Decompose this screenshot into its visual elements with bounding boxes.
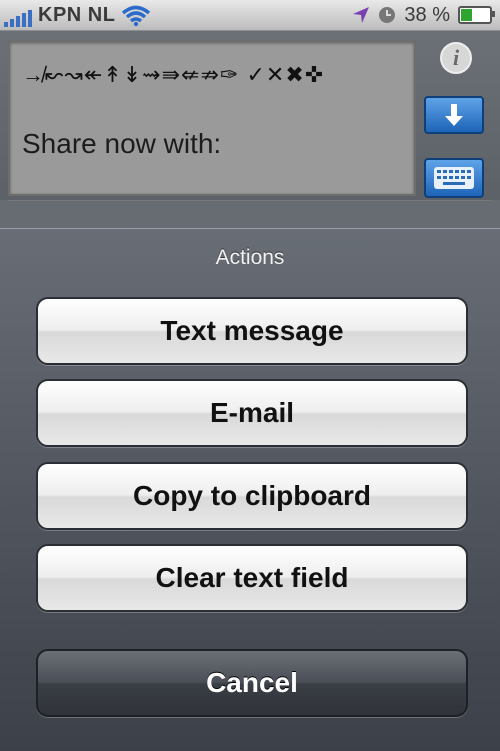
carrier-name: KPN NL — [38, 4, 116, 26]
battery-icon — [458, 6, 495, 24]
download-button[interactable] — [424, 96, 484, 134]
info-button[interactable]: i — [440, 42, 472, 74]
location-arrow-icon — [353, 7, 370, 23]
status-left: KPN NL — [4, 3, 151, 27]
keyboard-icon — [434, 167, 474, 189]
keyboard-button[interactable] — [424, 158, 484, 198]
action-sheet: Actions Text message E-mail Copy to clip… — [0, 228, 500, 751]
download-arrow-icon — [445, 104, 463, 126]
signal-bars-icon — [4, 9, 32, 27]
text-field[interactable]: ↛↜↝↞↟↡⇝⇛⇍⇏✑ ✓✕✖✜ Share now with: — [8, 40, 416, 196]
status-right: 38 % — [352, 3, 495, 27]
clear-text-field-button[interactable]: Clear text field — [36, 544, 468, 612]
email-button[interactable]: E-mail — [36, 379, 468, 447]
clock-icon — [379, 7, 396, 23]
composed-text: Share now with: — [22, 128, 222, 159]
battery-fill — [461, 9, 473, 21]
action-sheet-title: Actions — [215, 246, 285, 269]
battery-percent: 38 % — [404, 3, 450, 26]
copy-to-clipboard-button[interactable]: Copy to clipboard — [36, 462, 468, 530]
cancel-button[interactable]: Cancel — [36, 649, 468, 717]
wifi-icon — [122, 5, 151, 27]
text-message-button[interactable]: Text message — [36, 297, 468, 365]
status-bar: KPN NL 38 % — [0, 0, 500, 31]
symbol-line: ↛↜↝↞↟↡⇝⇛⇍⇏✑ ✓✕✖✜ — [22, 62, 325, 87]
